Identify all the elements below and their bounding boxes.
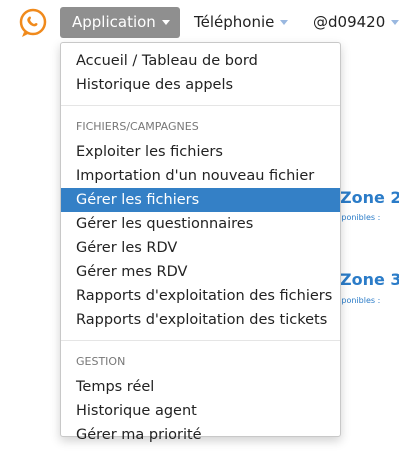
menu-item-gerer-priorite[interactable]: Gérer ma priorité [61, 423, 340, 447]
menu-item-exploiter-fichiers[interactable]: Exploiter les fichiers [61, 140, 340, 164]
zone-3-availability: isponibles : [335, 296, 381, 305]
menu-item-gerer-fichiers[interactable]: Gérer les fichiers [61, 188, 340, 212]
caret-down-icon [391, 20, 399, 25]
menu-item-gerer-questionnaires[interactable]: Gérer les questionnaires [61, 212, 340, 236]
menu-item-rapports-fichiers[interactable]: Rapports d'exploitation des fichiers [61, 284, 340, 308]
menu-header-fichiers-campagnes: FICHIERS/CAMPAGNES [76, 120, 199, 133]
caret-down-icon [280, 20, 289, 25]
menu-item-importation-fichier[interactable]: Importation d'un nouveau fichier [61, 164, 340, 188]
menu-item-accueil[interactable]: Accueil / Tableau de bord [61, 49, 340, 73]
caret-down-icon [161, 20, 170, 25]
telephonie-menu-label: Téléphonie [194, 13, 275, 31]
menu-item-gerer-rdv[interactable]: Gérer les RDV [61, 236, 340, 260]
application-menu-label: Application [72, 13, 156, 31]
zone-2-availability: isponibles : [335, 213, 381, 222]
menu-item-temps-reel[interactable]: Temps réel [61, 375, 340, 399]
app-logo-icon[interactable] [18, 8, 48, 38]
menu-divider [61, 105, 340, 106]
menu-item-rapports-tickets[interactable]: Rapports d'exploitation des tickets [61, 308, 340, 332]
application-dropdown-menu: Accueil / Tableau de bord Historique des… [60, 42, 341, 443]
menu-header-gestion: GESTION [76, 355, 126, 368]
menu-item-historique-agent[interactable]: Historique agent [61, 399, 340, 423]
menu-item-gerer-mes-rdv[interactable]: Gérer mes RDV [61, 260, 340, 284]
user-menu-label: @d09420 [313, 13, 386, 31]
zone-3-title: Zone 3 [340, 270, 399, 289]
top-navbar: Application Téléphonie @d09420 [0, 0, 399, 46]
menu-divider [61, 340, 340, 341]
telephonie-menu-button[interactable]: Téléphonie [194, 7, 289, 38]
menu-item-historique-appels[interactable]: Historique des appels [61, 73, 340, 97]
application-menu-button[interactable]: Application [60, 7, 180, 38]
user-menu-button[interactable]: @d09420 [313, 7, 399, 38]
zone-2-title: Zone 2 [340, 188, 399, 207]
